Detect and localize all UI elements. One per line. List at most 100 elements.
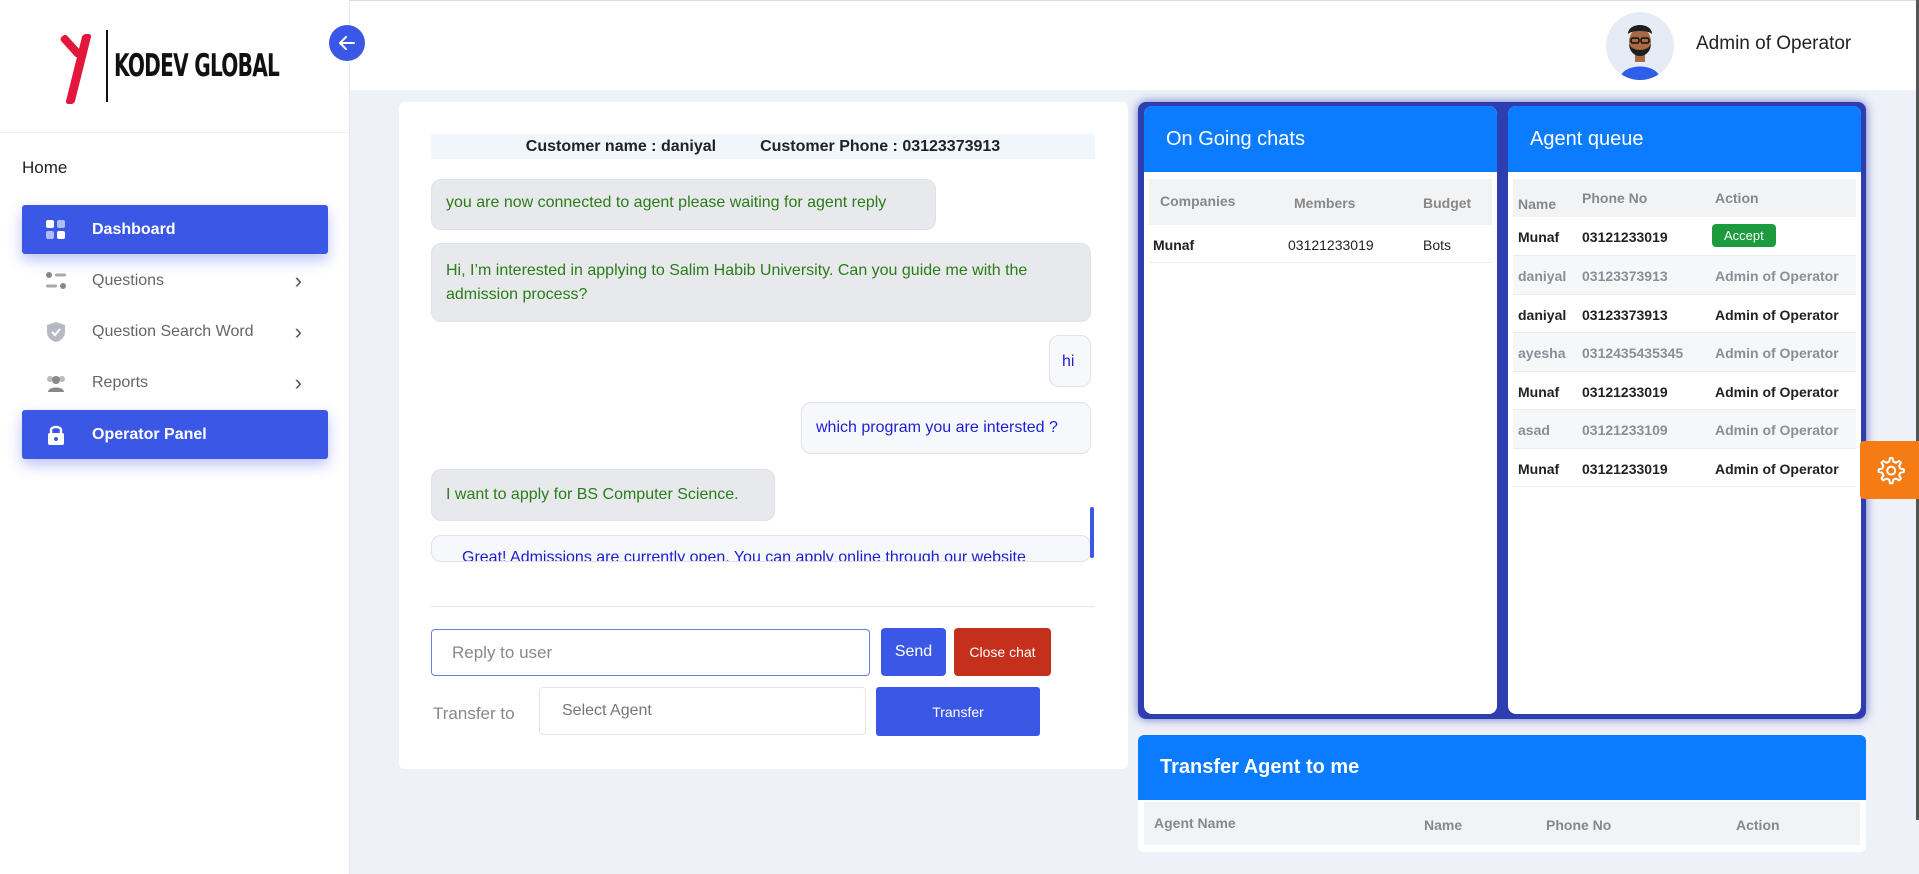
transfer-agent-title: Transfer Agent to me bbox=[1138, 735, 1866, 800]
sidebar-item-dashboard[interactable]: Dashboard bbox=[22, 205, 328, 254]
sidebar-item-label: Question Search Word bbox=[92, 322, 254, 340]
list-toggle-icon bbox=[44, 269, 68, 293]
table-row[interactable]: Munaf 03121233019 Bots bbox=[1149, 225, 1492, 263]
send-button[interactable]: Send bbox=[881, 628, 946, 676]
sidebar-section-title: Home bbox=[22, 158, 68, 177]
transfer-button[interactable]: Transfer bbox=[876, 687, 1040, 736]
table-cell: 03123373913 bbox=[1582, 307, 1668, 323]
sidebar-divider bbox=[0, 132, 350, 133]
column-header: Companies bbox=[1160, 193, 1236, 209]
chat-message-bot: I want to apply for BS Computer Science. bbox=[431, 469, 775, 521]
sidebar-item-reports[interactable]: Reports › bbox=[22, 358, 328, 407]
reply-input[interactable] bbox=[431, 629, 870, 676]
table-cell: Admin of Operator bbox=[1715, 268, 1839, 284]
column-header: Members bbox=[1294, 195, 1356, 211]
sidebar-item-label: Dashboard bbox=[92, 220, 176, 238]
table-cell: 03121233019 bbox=[1582, 384, 1668, 400]
customer-phone: Customer Phone : 03123373913 bbox=[760, 137, 1001, 155]
table-cell: 03123373913 bbox=[1582, 268, 1668, 284]
table-row[interactable]: daniyal 03123373913 Admin of Operator bbox=[1513, 295, 1856, 333]
chat-message-bot: Hi, I’m interested in applying to Salim … bbox=[431, 243, 1091, 322]
table-cell: 0312435435345 bbox=[1582, 345, 1684, 361]
table-cell: Munaf bbox=[1518, 384, 1560, 400]
chat-scrollbar-thumb[interactable] bbox=[1090, 507, 1094, 558]
sidebar-item-question-search-word[interactable]: Question Search Word › bbox=[22, 307, 328, 356]
table-header-row: Name Phone No Action bbox=[1513, 179, 1856, 217]
table-cell: ayesha bbox=[1518, 345, 1566, 361]
column-header: Name bbox=[1518, 196, 1557, 212]
column-header: Phone No bbox=[1582, 190, 1648, 206]
lock-icon bbox=[44, 423, 68, 447]
close-chat-button[interactable]: Close chat bbox=[954, 628, 1051, 676]
shield-check-icon bbox=[44, 320, 68, 344]
table-header-row: Agent Name Name Phone No Action bbox=[1144, 802, 1860, 845]
table-row[interactable]: Munaf 03121233019 Admin of Operator bbox=[1513, 449, 1856, 487]
ongoing-chats-title: On Going chats bbox=[1144, 106, 1497, 172]
agent-queue-panel: Agent queue Name Phone No Action Munaf 0… bbox=[1508, 106, 1861, 714]
table-cell: 03121233019 bbox=[1582, 229, 1668, 245]
agent-queue-table: Name Phone No Action Munaf 03121233019 A… bbox=[1513, 179, 1856, 487]
settings-button[interactable] bbox=[1860, 441, 1919, 499]
sidebar: KODEV GLOBAL Home Dashboard Questions › … bbox=[0, 0, 350, 874]
sidebar-item-operator-panel[interactable]: Operator Panel bbox=[22, 410, 328, 459]
chevron-right-icon: › bbox=[294, 267, 302, 293]
table-cell: daniyal bbox=[1518, 268, 1567, 284]
column-header: Action bbox=[1715, 190, 1759, 206]
table-row[interactable]: asad 03121233109 Admin of Operator bbox=[1513, 410, 1856, 449]
brand-logo[interactable]: KODEV GLOBAL bbox=[56, 28, 343, 104]
avatar[interactable] bbox=[1606, 12, 1674, 80]
chat-message-agent: which program you are intersted ? bbox=[801, 402, 1091, 454]
table-cell: 03121233019 bbox=[1288, 237, 1374, 253]
logo-mark-icon bbox=[56, 28, 100, 104]
chat-message-bot: you are now connected to agent please wa… bbox=[431, 179, 936, 230]
logo-divider bbox=[106, 30, 108, 102]
table-cell: daniyal bbox=[1518, 307, 1567, 323]
column-header: Phone No bbox=[1546, 817, 1612, 833]
column-header: Name bbox=[1424, 817, 1463, 833]
chat-message-agent: Great! Admissions are currently open. Yo… bbox=[431, 535, 1091, 562]
ongoing-chats-panel: On Going chats Companies Members Budget … bbox=[1144, 106, 1497, 714]
chat-messages[interactable]: you are now connected to agent please wa… bbox=[431, 160, 1095, 562]
agent-queue-title: Agent queue bbox=[1508, 106, 1861, 172]
table-cell: Admin of Operator bbox=[1715, 461, 1839, 477]
column-header: Budget bbox=[1423, 195, 1472, 211]
select-agent-dropdown[interactable]: Select Agent bbox=[539, 687, 866, 735]
sidebar-item-label: Reports bbox=[92, 373, 149, 391]
table-cell: asad bbox=[1518, 422, 1550, 438]
transfer-agent-panel: Transfer Agent to me Agent Name Name Pho… bbox=[1138, 735, 1866, 852]
sidebar-item-label: Operator Panel bbox=[92, 425, 207, 443]
grid-icon bbox=[44, 218, 68, 242]
table-row[interactable]: Munaf 03121233019 Admin of Operator bbox=[1513, 372, 1856, 410]
sidebar-item-label: Questions bbox=[92, 271, 165, 289]
chat-message-agent: hi bbox=[1049, 335, 1091, 387]
table-cell: Admin of Operator bbox=[1715, 345, 1839, 361]
table-cell: Munaf bbox=[1518, 229, 1560, 245]
column-header: Action bbox=[1736, 817, 1780, 833]
customer-name: Customer name : daniyal bbox=[525, 137, 717, 155]
transfer-to-label: Transfer to bbox=[433, 704, 515, 723]
users-icon bbox=[44, 371, 68, 395]
sidebar-item-questions[interactable]: Questions › bbox=[22, 256, 328, 305]
table-cell: Bots bbox=[1423, 237, 1452, 253]
chevron-right-icon: › bbox=[294, 369, 302, 395]
header-user-name[interactable]: Admin of Operator bbox=[1696, 33, 1851, 55]
column-header: Agent Name bbox=[1154, 815, 1236, 831]
accept-button[interactable]: Accept bbox=[1712, 224, 1776, 247]
table-cell: 03121233109 bbox=[1582, 422, 1668, 438]
table-row[interactable]: daniyal 03123373913 Admin of Operator bbox=[1513, 256, 1856, 295]
table-cell: Munaf bbox=[1518, 461, 1560, 477]
customer-info-bar: Customer name : daniyal Customer Phone :… bbox=[431, 134, 1095, 159]
table-row[interactable]: ayesha 0312435435345 Admin of Operator bbox=[1513, 333, 1856, 372]
topbar bbox=[350, 0, 1919, 90]
table-cell: Admin of Operator bbox=[1715, 307, 1839, 323]
table-cell: Admin of Operator bbox=[1715, 384, 1839, 400]
table-cell: Admin of Operator bbox=[1715, 422, 1839, 438]
collapse-sidebar-button[interactable] bbox=[329, 25, 365, 61]
chat-divider bbox=[431, 606, 1095, 607]
table-row[interactable]: Munaf 03121233019 Accept bbox=[1513, 217, 1856, 256]
arrow-left-icon bbox=[339, 36, 355, 50]
table-cell: Munaf bbox=[1153, 237, 1195, 253]
table-header-row: Companies Members Budget bbox=[1149, 179, 1492, 225]
user-avatar-icon bbox=[1606, 12, 1674, 80]
logo-text: KODEV GLOBAL bbox=[114, 47, 280, 84]
